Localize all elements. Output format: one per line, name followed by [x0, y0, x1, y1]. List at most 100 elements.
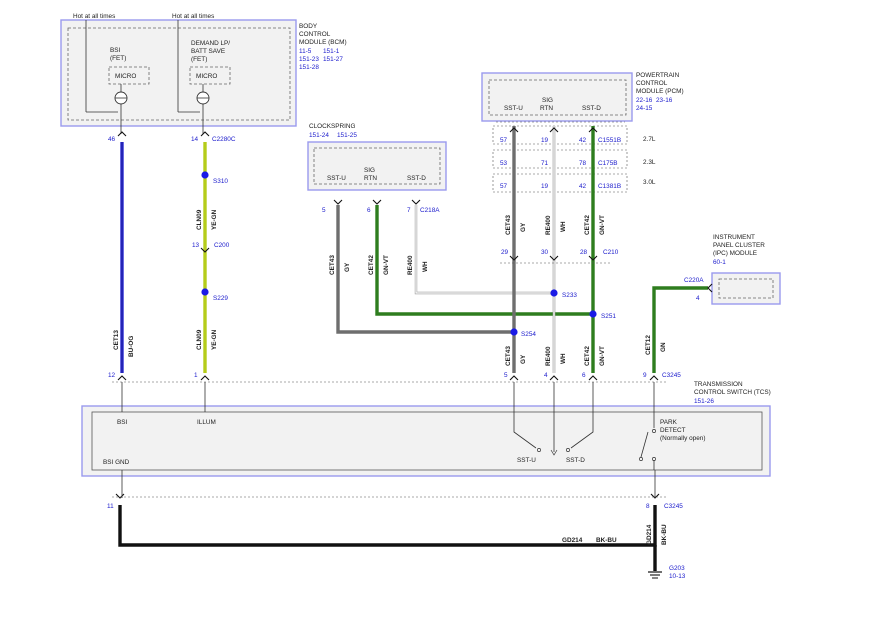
chevron-illum	[200, 131, 210, 137]
pcm-row2-pin1: 53	[500, 160, 508, 167]
tcs-pin-4: 4	[544, 372, 548, 379]
wiring-diagram: Hot at all times Hot at all times BSI (F…	[60, 13, 781, 580]
bcm-micro-label-1: MICRO	[115, 73, 136, 80]
bcm-pin-bsi: 46	[108, 136, 116, 143]
bcm-pin-illum: 14	[191, 136, 199, 143]
clockspring-sst-u: SST-U	[327, 175, 346, 182]
pcm-row1-pin3: 42	[579, 137, 587, 144]
lbl-gnvt-pcm-circuit: CET42	[584, 215, 591, 235]
pcm-row3-connector: C1381B	[598, 183, 621, 190]
tcs-park-label-3: (Normally open)	[660, 435, 705, 442]
bcm-title-1: BODY	[299, 23, 318, 30]
lbl-gy-pcm-circuit: CET43	[505, 215, 512, 235]
lbl-gnd-vert-circuit: GD214	[646, 524, 653, 545]
tcs-bottom-connector: C3245	[664, 503, 683, 510]
tcs-sst-u-label: SST-U	[517, 457, 536, 464]
lbl-gy-pcm-color: GY	[520, 222, 527, 232]
lbl-gnd-horiz-color: BK-BU	[596, 537, 617, 544]
lbl-wh-pcm-circuit: RE400	[545, 215, 552, 235]
chevron-cs-3	[411, 199, 421, 205]
splice-s233	[550, 289, 558, 297]
pcm-row3-engine: 3.0L	[643, 179, 656, 186]
bcm-bsi-fet: (FET)	[110, 55, 126, 62]
clockspring-connector: C218A	[420, 207, 440, 214]
splice-label-s233: S233	[562, 292, 577, 299]
clockspring-title: CLOCKSPRING	[309, 123, 356, 130]
pcm-title-1: POWERTRAIN	[636, 72, 680, 79]
chevron-tcs-5	[588, 375, 598, 381]
tcs-title-2: CONTROL SWITCH (TCS)	[694, 389, 771, 396]
clockspring-ref-2: 151-25	[337, 132, 357, 139]
bcm-ref-1b: 151-1	[323, 48, 340, 55]
chevron-tcs-2	[200, 375, 210, 381]
chevron-cs-1	[333, 199, 343, 205]
splice-s229	[201, 288, 209, 296]
tcs-sst-d-label: SST-D	[566, 457, 585, 464]
tcs-bottom-pin-11: 11	[107, 503, 114, 510]
pcm-title-3: MODULE (PCM)	[636, 88, 684, 95]
tcs-pin-5: 5	[504, 372, 508, 379]
wire-wh-clockspring-outline	[414, 205, 554, 295]
ground-icon	[648, 571, 662, 579]
bcm-ref-1a: 11-5	[299, 48, 312, 55]
bcm-ref-3a: 151-28	[299, 64, 319, 71]
lbl-wh-tcs-circuit: RE400	[545, 346, 552, 366]
wire-gn-ipc	[652, 286, 708, 373]
bcm-micro-label-2: MICRO	[196, 73, 217, 80]
c210-pin-1: 29	[501, 249, 509, 256]
c210-label: C210	[603, 249, 619, 256]
pcm-sst-d: SST-D	[582, 105, 601, 112]
lbl-gnvt-cs-circuit: CET42	[368, 255, 375, 275]
lbl-gn-ipc-circuit: CET12	[645, 335, 652, 355]
clockspring-sst-d: SST-D	[407, 175, 426, 182]
ipc-title-2: PANEL CLUSTER	[713, 242, 765, 249]
lbl-gy-tcs-circuit: CET43	[505, 346, 512, 366]
bcm-demand-label: DEMAND LP/	[191, 40, 230, 47]
tcs-bsi-label: BSI	[117, 419, 128, 426]
bcm-hot-label-2: Hot at all times	[172, 13, 214, 20]
lbl-gy-cs-color: GY	[344, 262, 351, 272]
lbl-wh-tcs-color: WH	[560, 353, 567, 364]
lbl-gnvt-cs-color: GN-VT	[383, 255, 390, 275]
bcm-bsi-label: BSI	[110, 47, 121, 54]
lbl-bsi-color: BU-OG	[128, 336, 135, 357]
tcs-bsi-gnd-label: BSI GND	[103, 459, 130, 466]
lbl-gy-cs-circuit: CET43	[329, 255, 336, 275]
tcs-pin-9: 9	[643, 372, 647, 379]
ipc-title-1: INSTRUMENT	[713, 234, 755, 241]
lbl-gy-tcs-color: GY	[520, 354, 527, 364]
pcm-row1-pin2: 19	[541, 137, 549, 144]
lbl-gnvt-tcs-circuit: CET42	[584, 346, 591, 366]
lbl-illum-lo-circuit: CLN09	[196, 329, 203, 350]
c200-label: C200	[214, 242, 230, 249]
tcs-bottom-pin-8: 8	[646, 503, 650, 510]
tcs-title-1: TRANSMISSION	[694, 381, 743, 388]
pcm-row1-pin1: 57	[500, 137, 508, 144]
chevron-tcs-4	[549, 375, 559, 381]
bcm-module: Hot at all times Hot at all times BSI (F…	[60, 13, 347, 143]
clockspring-box	[307, 141, 447, 191]
tcs-top-connector: C3245	[662, 372, 681, 379]
chevron-tcs-6	[649, 375, 659, 381]
splice-label-s251: S251	[601, 313, 616, 320]
lbl-wh-cs-color: WH	[422, 261, 429, 272]
pcm-ref-2a: 24-15	[636, 105, 653, 112]
pcm-sst-u: SST-U	[504, 105, 523, 112]
bcm-ref-2a: 151-23	[299, 56, 319, 63]
tcs-illum-label: ILLUM	[197, 419, 216, 426]
ground-ref: 10-13	[669, 573, 686, 580]
ipc-pin: 4	[696, 295, 700, 302]
c210-pin-3: 28	[580, 249, 588, 256]
lbl-illum-up-color: YE-GN	[211, 209, 218, 230]
tcs-pin-12: 12	[108, 372, 116, 379]
lbl-wh-pcm-color: WH	[560, 221, 567, 232]
chevron-tcs-3	[509, 375, 519, 381]
chevron-cs-2	[372, 199, 382, 205]
splice-label-s254: S254	[521, 331, 536, 338]
bcm-hot-label-1: Hot at all times	[73, 13, 115, 20]
chevron-bsi	[117, 131, 127, 137]
tcs-park-label-2: DETECT	[660, 427, 686, 434]
pcm-ref-1b: 23-16	[656, 97, 673, 104]
splice-label-s229: S229	[213, 295, 228, 302]
pcm-row1-connector: C1551B	[598, 137, 621, 144]
